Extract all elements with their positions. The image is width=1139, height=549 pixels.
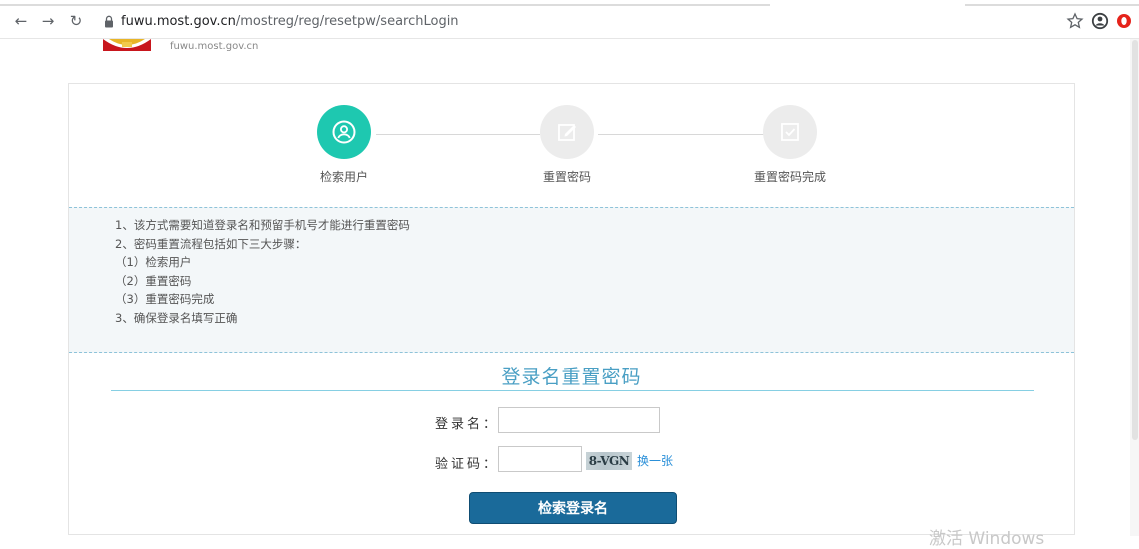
url-domain: fuwu.most.gov.cn (121, 14, 236, 29)
step-label: 重置密码 (542, 170, 591, 184)
address-bar[interactable]: fuwu.most.gov.cn/mostreg/reg/resetpw/sea… (121, 14, 459, 30)
extension-icon[interactable] (1114, 11, 1134, 31)
back-icon[interactable]: ← (11, 11, 31, 31)
browser-toolbar: ← → ↻ fuwu.most.gov.cn/mostreg/reg/reset… (0, 6, 1139, 39)
step-label: 检索用户 (319, 170, 368, 184)
instructions-list: 1、该方式需要知道登录名和预留手机号才能进行重置密码 2、密码重置流程包括如下三… (69, 208, 1074, 327)
step-reset-complete: 重置密码完成 (720, 105, 860, 185)
instruction-item: 2、密码重置流程包括如下三大步骤： (115, 236, 307, 251)
captcha-input[interactable] (498, 446, 582, 472)
step-circle-active (317, 105, 371, 159)
forward-icon[interactable]: → (38, 11, 58, 31)
login-name-label: 登录名： (435, 417, 500, 432)
captcha-image[interactable]: 8-VGN (586, 452, 632, 470)
edit-icon (558, 124, 576, 141)
progress-steps: 检索用户 重置密码 重置密码完成 (69, 84, 1074, 207)
step-label: 重置密码完成 (753, 170, 826, 184)
step-circle (540, 105, 594, 159)
refresh-captcha-link[interactable]: 换一张 (637, 452, 673, 469)
windows-activation-watermark: 激活 Windows (929, 529, 1045, 549)
site-url-text: fuwu.most.gov.cn (170, 41, 259, 52)
instruction-item: 3、确保登录名填写正确 (115, 310, 238, 325)
check-icon (781, 123, 799, 141)
login-name-input[interactable] (498, 407, 660, 433)
user-icon (332, 120, 356, 144)
search-login-name-button[interactable]: 检索登录名 (469, 492, 677, 524)
step-search-user: 检索用户 (274, 105, 414, 185)
step-circle (763, 105, 817, 159)
reset-password-panel: 检索用户 重置密码 重置密码完成 1、该方式需要知道登录名和预留手机号才能进行重… (68, 83, 1075, 535)
bookmark-star-icon[interactable] (1065, 11, 1085, 31)
instruction-item: （2）重置密码 (115, 273, 192, 288)
url-path: /mostreg/reg/resetpw/searchLogin (235, 14, 459, 29)
instructions-box: 1、该方式需要知道登录名和预留手机号才能进行重置密码 2、密码重置流程包括如下三… (69, 207, 1074, 353)
scrollbar-thumb[interactable] (1132, 40, 1138, 440)
instruction-item: 1、该方式需要知道登录名和预留手机号才能进行重置密码 (115, 218, 410, 232)
site-emblem-logo (103, 39, 151, 51)
instruction-item: （3）重置密码完成 (115, 292, 215, 306)
form-title-divider (111, 390, 1034, 391)
step-reset-password: 重置密码 (497, 105, 637, 185)
profile-icon[interactable] (1090, 11, 1110, 31)
reload-icon[interactable]: ↻ (66, 11, 86, 31)
instruction-item: （1）检索用户 (115, 255, 192, 269)
lock-icon (105, 15, 113, 28)
form-title: 登录名重置密码 (501, 366, 642, 388)
captcha-label: 验证码： (435, 457, 500, 472)
